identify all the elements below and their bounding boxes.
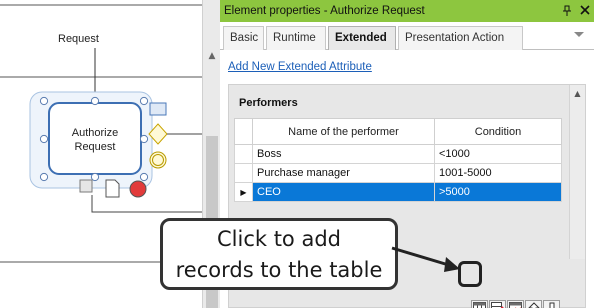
resize-handle[interactable] [90, 96, 100, 106]
tutorial-callout: Click to add records to the table [160, 218, 398, 290]
table-header-row: Name of the performer Condition [234, 118, 562, 145]
tab-presentation-action[interactable]: Presentation Action [398, 26, 523, 50]
move-up-icon [527, 302, 540, 308]
add-extended-attribute-link[interactable]: Add New Extended Attribute [228, 61, 372, 73]
grid-toolbar [471, 300, 560, 308]
scroll-up-icon[interactable]: ▲ [203, 48, 221, 64]
move-up-button[interactable] [525, 300, 542, 308]
callout-line2: records to the table [175, 258, 383, 282]
task-label: Authorize Request [56, 126, 134, 154]
cell-performer-name[interactable]: CEO [252, 182, 435, 202]
table-row[interactable]: Boss <1000 [234, 144, 562, 164]
cell-performer-name[interactable]: Boss [252, 144, 435, 164]
callout-line1: Click to add [216, 227, 341, 251]
app-window: Request Authorize Request ▲ Element prop… [0, 0, 594, 308]
resize-handle[interactable] [39, 172, 49, 182]
move-down-icon [549, 302, 554, 308]
delete-record-button[interactable] [507, 300, 524, 308]
table-row-selected[interactable]: ▶ CEO >5000 [234, 182, 562, 202]
scroll-up-icon[interactable]: ▲ [570, 87, 585, 101]
row-header[interactable] [234, 163, 253, 183]
quick-add-data-object-icon[interactable] [105, 179, 120, 198]
message-flow-label: Request [58, 33, 99, 45]
cell-condition[interactable]: <1000 [434, 144, 562, 164]
current-row-indicator-icon[interactable]: ▶ [234, 182, 253, 202]
cell-condition[interactable]: 1001-5000 [434, 163, 562, 183]
edit-record-button[interactable] [489, 300, 506, 308]
resize-handle[interactable] [39, 96, 49, 106]
pin-icon[interactable] [562, 5, 572, 17]
table-row[interactable]: Purchase manager 1001-5000 [234, 163, 562, 183]
resize-handle[interactable] [139, 172, 149, 182]
quick-add-annotation-icon[interactable] [79, 179, 93, 193]
row-header-corner [234, 118, 253, 145]
quick-add-task-icon[interactable] [149, 102, 167, 116]
row-header[interactable] [234, 144, 253, 164]
close-icon[interactable] [580, 5, 590, 17]
grid-title: Performers [239, 97, 298, 109]
cell-performer-name[interactable]: Purchase manager [252, 163, 435, 183]
cell-condition[interactable]: >5000 [434, 182, 562, 202]
callout-arrow [391, 246, 460, 272]
panel-title: Element properties - Authorize Request [224, 5, 425, 17]
performers-table: Name of the performer Condition Boss <10… [234, 118, 562, 202]
titlebar-buttons [562, 0, 590, 22]
grid-vertical-scrollbar[interactable]: ▲ [569, 85, 585, 259]
tab-strip: Basic Runtime Extended Presentation Acti… [220, 22, 594, 51]
task-label-line1: Authorize [71, 127, 119, 139]
edit-record-icon [491, 302, 504, 308]
tab-overflow-chevron-icon[interactable] [574, 32, 584, 37]
task-label-line2: Request [74, 141, 116, 153]
column-header-condition[interactable]: Condition [434, 118, 562, 145]
add-record-button[interactable] [471, 300, 488, 308]
tab-extended[interactable]: Extended [328, 26, 396, 51]
tab-basic[interactable]: Basic [223, 26, 264, 50]
sequence-flow-bottom[interactable] [91, 195, 202, 213]
resize-handle[interactable] [139, 96, 149, 106]
resize-handle[interactable] [139, 134, 149, 144]
panel-titlebar: Element properties - Authorize Request [220, 0, 594, 22]
delete-record-icon [509, 302, 522, 308]
move-down-button[interactable] [543, 300, 560, 308]
resize-handle[interactable] [39, 134, 49, 144]
column-header-performer[interactable]: Name of the performer [252, 118, 435, 145]
add-record-icon [473, 302, 486, 308]
quick-add-end-event-icon[interactable] [129, 180, 147, 198]
tab-runtime[interactable]: Runtime [266, 26, 326, 50]
